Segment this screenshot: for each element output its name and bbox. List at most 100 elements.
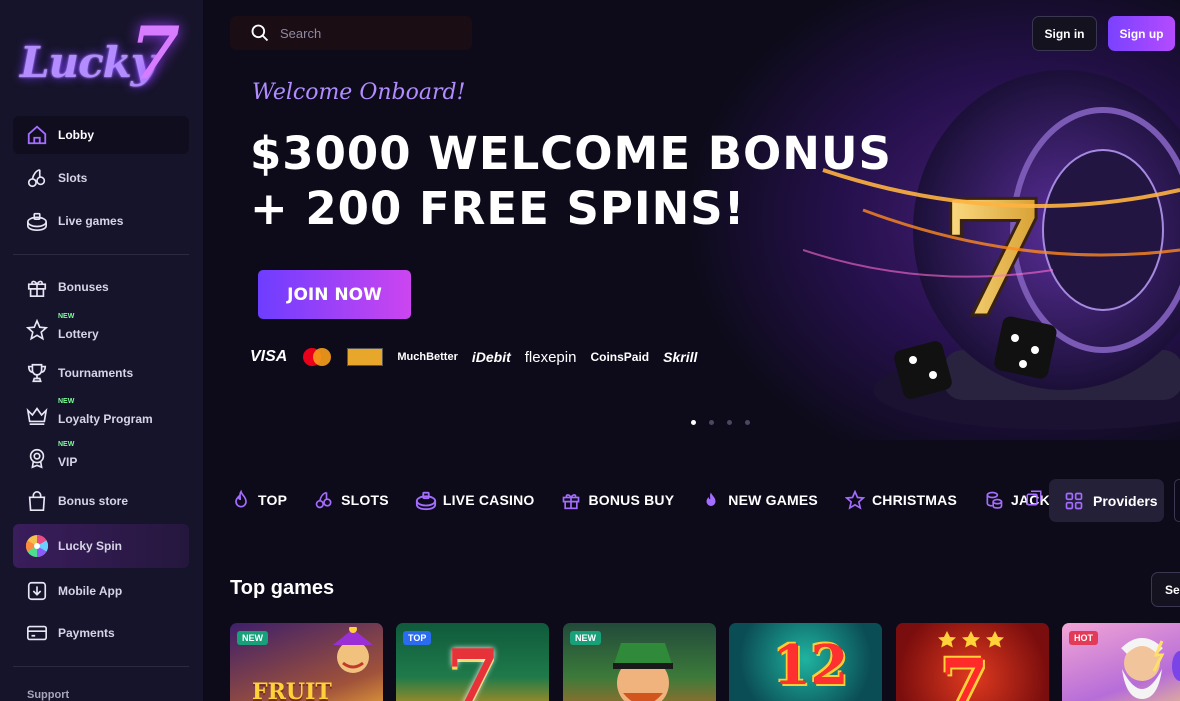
hero-headline-line2: + 200 FREE SPINS!: [250, 182, 746, 235]
sidebar-item-slots[interactable]: Slots: [13, 159, 189, 197]
category-bonus-buy[interactable]: BONUS BUY: [560, 489, 674, 511]
cherries-icon: [313, 489, 335, 511]
sidebar: Lucky 7 Lobby Slots Live games Bonuses N…: [0, 0, 203, 701]
interac-logo: [347, 348, 384, 366]
leprechaun-illustration: [613, 643, 673, 701]
shopping-bag-icon: [25, 489, 49, 513]
sidebar-item-lucky-spin[interactable]: Lucky Spin: [13, 524, 189, 568]
vip-medal-icon: [25, 446, 49, 470]
sidebar-item-lobby[interactable]: Lobby: [13, 116, 189, 154]
crown-icon: [25, 403, 49, 427]
game-card[interactable]: HOT: [1062, 623, 1180, 701]
carousel-dot[interactable]: [745, 420, 750, 425]
sidebar-item-payments[interactable]: Payments: [13, 614, 189, 652]
game-title-art: 7: [446, 633, 501, 701]
category-slots[interactable]: SLOTS: [313, 489, 389, 511]
new-badge: NEW: [58, 398, 75, 405]
game-title-art: 7: [940, 643, 989, 701]
category-label: BONUS BUY: [588, 492, 675, 508]
sidebar-item-bonus-store[interactable]: Bonus store: [13, 482, 189, 520]
category-label: CHRISTMAS: [871, 492, 958, 508]
sidebar-item-label: Loyalty Program: [58, 412, 153, 426]
visa-logo: VISA: [250, 348, 288, 365]
star-icon: [844, 489, 866, 511]
sidebar-item-label: Lucky Spin: [58, 539, 123, 553]
coins-icon: [983, 489, 1005, 511]
idebit-logo: iDebit: [471, 349, 511, 365]
brand-logo[interactable]: Lucky 7: [18, 10, 186, 95]
star-icon: [25, 318, 49, 342]
providers-label: Providers: [1093, 492, 1158, 509]
game-badge: TOP: [403, 631, 432, 645]
join-now-button[interactable]: JOIN NOW: [258, 270, 411, 319]
see-all-button[interactable]: See: [1151, 572, 1180, 607]
game-badge: HOT: [1069, 631, 1098, 645]
sidebar-item-label: Bonuses: [58, 280, 109, 294]
category-label: SLOTS: [341, 492, 389, 508]
game-card[interactable]: NEW FRUIT: [230, 623, 383, 701]
providers-button[interactable]: Providers: [1049, 479, 1164, 522]
sidebar-divider: [13, 254, 189, 255]
category-live-casino[interactable]: LIVE CASINO: [415, 489, 535, 511]
sidebar-item-mobile-app[interactable]: Mobile App: [13, 572, 189, 610]
category-more-icon[interactable]: [1025, 488, 1045, 510]
category-label: TOP: [258, 492, 288, 508]
sidebar-item-tournaments[interactable]: Tournaments: [13, 354, 189, 392]
live-table-icon: [415, 489, 437, 511]
gift-icon: [25, 275, 49, 299]
payment-methods: VISA MuchBetter iDebit flexepin CoinsPai…: [250, 342, 711, 372]
category-top[interactable]: TOP: [230, 489, 287, 511]
cherries-icon: [25, 166, 49, 190]
section-title-top-games: Top games: [230, 577, 335, 599]
skrill-logo: Skrill: [663, 349, 698, 365]
wheel-icon: [25, 534, 49, 558]
sign-up-button[interactable]: Sign up: [1108, 16, 1175, 51]
game-card[interactable]: 12: [729, 623, 882, 701]
sidebar-item-loyalty-program[interactable]: NEW Loyalty Program: [13, 396, 189, 434]
sidebar-item-label: Bonus store: [58, 494, 129, 508]
hero-headline: $3000 WELCOME BONUS + 200 FREE SPINS!: [250, 126, 892, 236]
carousel-dot[interactable]: [709, 420, 714, 425]
hero-welcome-text: Welcome Onboard!: [252, 80, 466, 105]
logo-number: 7: [130, 10, 181, 95]
flame-outline-icon: [230, 489, 252, 511]
category-label: NEW GAMES: [728, 492, 818, 508]
sidebar-item-label: Tournaments: [58, 366, 134, 380]
game-card[interactable]: 7: [896, 623, 1049, 701]
sidebar-item-label: Lobby: [58, 128, 94, 142]
new-badge: NEW: [58, 313, 75, 320]
zeus-illustration: [1121, 638, 1165, 699]
mastercard-logo: [301, 347, 333, 367]
sidebar-item-vip[interactable]: NEW VIP: [13, 439, 189, 477]
sidebar-item-bonuses[interactable]: Bonuses: [13, 268, 189, 306]
game-card[interactable]: NEW: [563, 623, 716, 701]
muchbetter-logo: MuchBetter: [397, 351, 458, 363]
search-icon: [250, 23, 270, 43]
filter-button-partial[interactable]: [1174, 479, 1180, 522]
carousel-dot[interactable]: [691, 420, 696, 425]
game-title-art: 12: [773, 633, 849, 697]
carousel-dot[interactable]: [727, 420, 732, 425]
coinspaid-logo: CoinsPaid: [590, 350, 650, 364]
category-new-games[interactable]: NEW GAMES: [700, 489, 818, 511]
sidebar-item-lottery[interactable]: NEW Lottery: [13, 311, 189, 349]
sidebar-divider: [13, 666, 189, 667]
search-input[interactable]: [280, 25, 450, 41]
sidebar-item-label: Live games: [58, 214, 124, 228]
category-label: LIVE CASINO: [442, 492, 535, 508]
sidebar-item-label: Payments: [58, 626, 115, 640]
fire-icon: [700, 489, 722, 511]
hero-headline-line1: $3000 WELCOME BONUS: [250, 127, 892, 180]
game-title-art: FRUIT: [252, 679, 332, 701]
live-table-icon: [25, 209, 49, 233]
sign-in-button[interactable]: Sign in: [1032, 16, 1097, 51]
sidebar-item-live-games[interactable]: Live games: [13, 202, 189, 240]
joker-illustration: [333, 627, 373, 673]
search-bar[interactable]: [230, 16, 472, 50]
game-card[interactable]: TOP 7: [396, 623, 549, 701]
sidebar-item-label: Slots: [58, 171, 88, 185]
flexepin-logo: flexepin: [524, 348, 577, 366]
gift-icon: [560, 489, 582, 511]
card-icon: [25, 621, 49, 645]
category-christmas[interactable]: CHRISTMAS: [844, 489, 957, 511]
